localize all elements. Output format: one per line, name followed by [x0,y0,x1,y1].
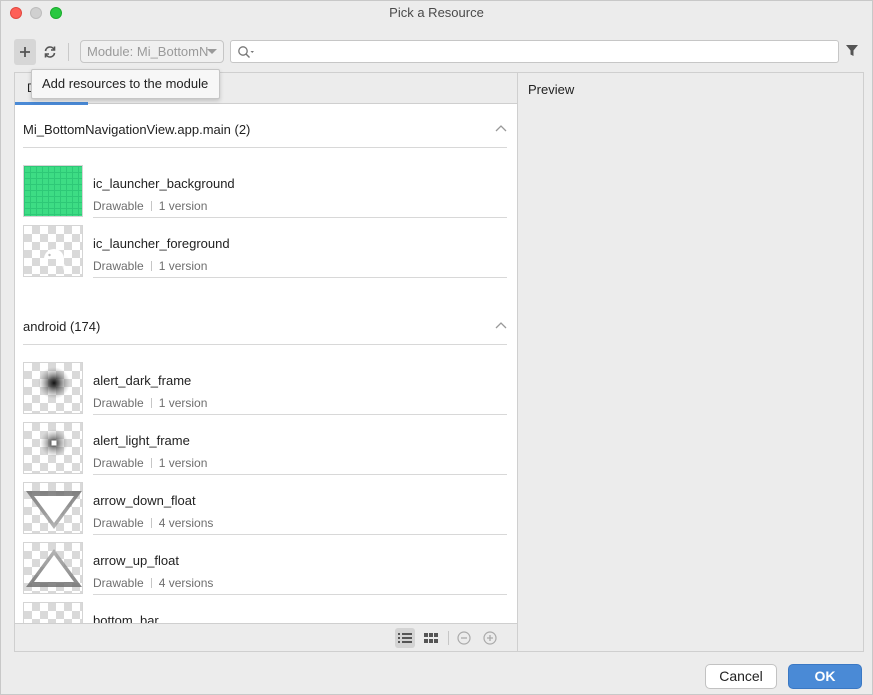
chevron-up-icon[interactable] [495,321,507,329]
list-item[interactable]: alert_light_frame Drawable 1 version [23,421,507,481]
list-item[interactable]: ic_launcher_foreground Drawable 1 version [23,224,507,284]
resource-meta: Drawable 4 versions [93,516,214,530]
zoom-out-button[interactable] [454,628,474,648]
search-icon [238,46,254,58]
refresh-button[interactable] [39,39,61,65]
resource-thumbnail [23,482,83,534]
window-title: Pick a Resource [389,5,484,20]
filter-icon[interactable] [845,44,859,57]
grid-view-icon [424,633,438,643]
resource-thumbnail [23,542,83,594]
refresh-icon [44,46,56,58]
zoom-out-icon [457,631,471,645]
resource-meta: Drawable 1 version [93,456,208,470]
dark-frame-icon [38,367,70,399]
pick-resource-dialog: Pick a Resource Module: Mi_BottomN Mi_Bo… [0,0,873,695]
bottom-bar-divider [448,631,449,645]
group-title: Mi_BottomNavigationView.app.main (2) [23,122,251,137]
resource-name: alert_dark_frame [93,373,192,388]
list-item[interactable]: bottom_bar [23,601,507,624]
list-item[interactable]: arrow_down_float Drawable 4 versions [23,481,507,541]
toolbar: Module: Mi_BottomN [1,37,872,67]
group-header-android[interactable]: android (174) [23,301,507,345]
resource-meta: Drawable 1 version [93,199,208,213]
minimize-window-icon[interactable] [30,7,42,19]
add-resource-button[interactable] [14,39,36,65]
resource-info: alert_light_frame Drawable 1 version [93,421,507,475]
resource-thumbnail [23,165,83,217]
view-options-bar [15,623,517,651]
module-dropdown[interactable]: Module: Mi_BottomN [80,40,224,63]
plus-icon [20,47,30,57]
list-item[interactable]: ic_launcher_background Drawable 1 version [23,164,507,224]
title-bar: Pick a Resource [1,1,872,25]
group-header-module[interactable]: Mi_BottomNavigationView.app.main (2) [23,104,507,148]
toolbar-divider [68,43,69,61]
resource-meta: Drawable 1 version [93,396,208,410]
resource-name: ic_launcher_background [93,176,235,191]
resource-meta: Drawable 1 version [93,259,208,273]
maximize-window-icon[interactable] [50,7,62,19]
ok-button[interactable]: OK [788,664,862,689]
list-view-button[interactable] [395,628,415,648]
resource-info: ic_launcher_background Drawable 1 version [93,164,507,218]
resource-thumbnail [23,602,83,624]
resource-name: ic_launcher_foreground [93,236,230,251]
preview-panel: Preview [518,72,864,652]
cancel-button[interactable]: Cancel [705,664,777,689]
android-head-icon [44,249,70,271]
list-item[interactable]: alert_dark_frame Drawable 1 version [23,361,507,421]
resource-thumbnail [23,225,83,277]
search-input[interactable] [230,40,839,63]
grid-view-button[interactable] [421,628,441,648]
arrow-down-icon [26,491,82,529]
resource-list-panel: D Mi_BottomNavigationView.app.main (2) i… [14,72,518,652]
light-frame-icon [40,429,68,457]
chevron-up-icon[interactable] [495,124,507,132]
add-resource-tooltip: Add resources to the module [31,69,220,99]
zoom-in-icon [483,631,497,645]
resource-meta: Drawable 4 versions [93,576,214,590]
resource-info: alert_dark_frame Drawable 1 version [93,361,507,415]
resource-info: arrow_up_float Drawable 4 versions [93,541,507,595]
resource-info: ic_launcher_foreground Drawable 1 version [93,224,507,278]
resource-thumbnail [23,422,83,474]
list-view-icon [398,633,412,643]
preview-label: Preview [528,82,575,97]
resource-name: alert_light_frame [93,433,190,448]
group-title: android (174) [23,319,101,334]
list-item[interactable]: arrow_up_float Drawable 4 versions [23,541,507,601]
close-window-icon[interactable] [10,7,22,19]
resource-name: arrow_down_float [93,493,196,508]
resource-thumbnail [23,362,83,414]
resource-info: arrow_down_float Drawable 4 versions [93,481,507,535]
chevron-down-icon [207,49,217,54]
resource-name: arrow_up_float [93,553,179,568]
zoom-in-button[interactable] [480,628,500,648]
resource-info: bottom_bar [93,601,507,624]
arrow-up-icon [26,549,82,587]
resource-list[interactable]: Mi_BottomNavigationView.app.main (2) ic_… [15,104,517,624]
module-dropdown-label: Module: Mi_BottomN [87,44,209,59]
